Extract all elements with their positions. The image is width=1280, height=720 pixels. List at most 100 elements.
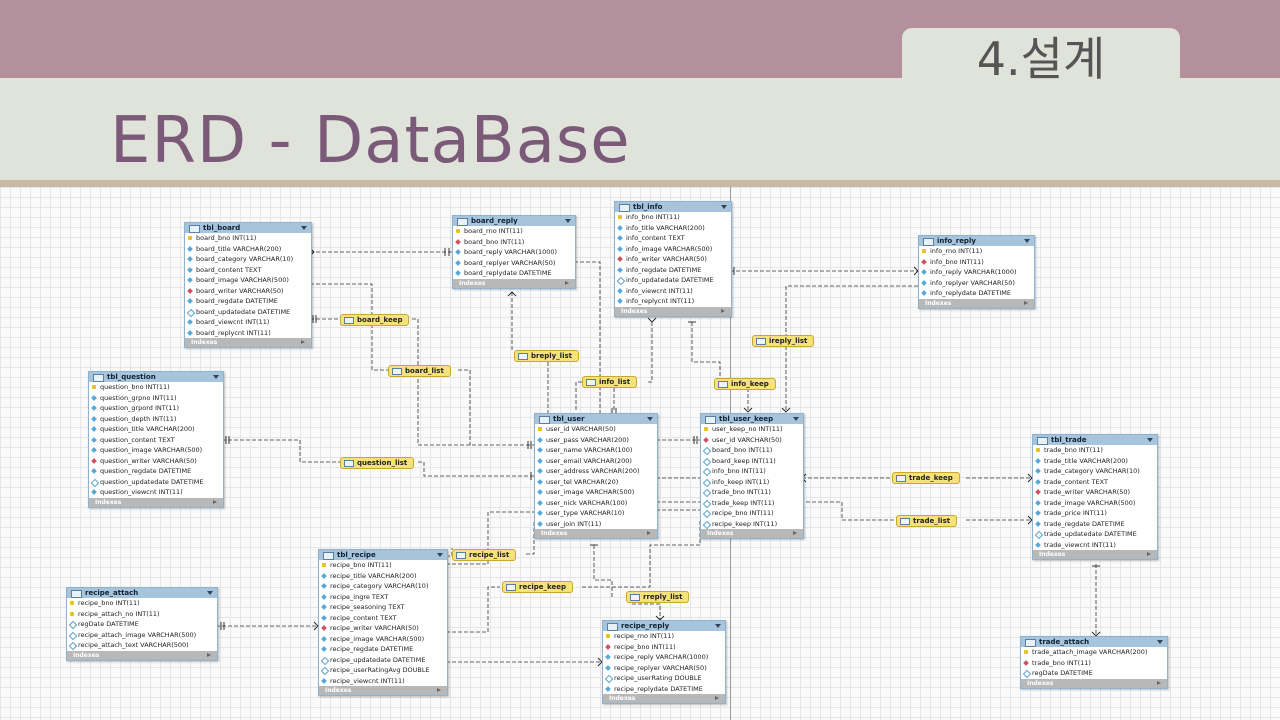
column-row[interactable]: trade_category VARCHAR(10) — [1033, 466, 1157, 477]
table-header[interactable]: recipe_attach — [67, 588, 217, 598]
column-row[interactable]: recipe_attach_no INT(11) — [67, 609, 217, 620]
column-row[interactable]: recipe_replydate DATETIME — [603, 684, 725, 695]
column-row[interactable]: recipe_content TEXT — [319, 613, 447, 624]
table-tbl_trade[interactable]: tbl_trade trade_bno INT(11) trade_title VA… — [1032, 434, 1158, 560]
column-row[interactable]: trade_bno INT(11) — [1021, 658, 1167, 669]
column-row[interactable]: question_title VARCHAR(200) — [89, 424, 223, 435]
expand-arrow-icon[interactable] — [721, 308, 725, 313]
table-tbl_board[interactable]: tbl_board board_bno INT(11) board_title VA… — [184, 222, 312, 348]
indexes-footer[interactable]: Indexes — [1033, 550, 1157, 559]
column-row[interactable]: board_writer VARCHAR(50) — [185, 286, 311, 297]
column-row[interactable]: question_regdate DATETIME — [89, 466, 223, 477]
column-row[interactable]: question_depth INT(11) — [89, 414, 223, 425]
relationship-label-board-keep[interactable]: board_keep — [340, 314, 410, 326]
column-row[interactable]: board_bno INT(11) — [453, 237, 575, 248]
column-row[interactable]: recipe_bno INT(11) — [67, 598, 217, 609]
column-row[interactable]: info_reply VARCHAR(1000) — [919, 267, 1034, 278]
column-row[interactable]: recipe_bno INT(11) — [603, 642, 725, 653]
column-row[interactable]: trade_updatedate DATETIME — [1033, 529, 1157, 540]
chevron-down-icon[interactable] — [301, 226, 307, 230]
chevron-down-icon[interactable] — [565, 219, 571, 223]
table-header[interactable]: tbl_trade — [1033, 435, 1157, 445]
column-row[interactable]: question_bno INT(11) — [89, 382, 223, 393]
column-row[interactable]: recipe_title VARCHAR(200) — [319, 571, 447, 582]
column-row[interactable]: board_image VARCHAR(500) — [185, 275, 311, 286]
chevron-down-icon[interactable] — [207, 591, 213, 595]
table-tbl_user_keep[interactable]: tbl_user_keep user_keep_no INT(11) user_id… — [700, 413, 804, 539]
chevron-down-icon[interactable] — [793, 417, 799, 421]
column-row[interactable]: user_image VARCHAR(500) — [535, 487, 657, 498]
column-row[interactable]: recipe_seasoning TEXT — [319, 602, 447, 613]
indexes-footer[interactable]: Indexes — [919, 298, 1034, 308]
column-row[interactable]: board_category VARCHAR(10) — [185, 254, 311, 265]
table-tbl_info[interactable]: tbl_info info_bno INT(11) info_title VARCH… — [614, 201, 732, 317]
column-row[interactable]: recipe_rno INT(11) — [603, 631, 725, 642]
indexes-footer[interactable]: Indexes — [67, 650, 217, 660]
relationship-label-breply-list[interactable]: breply_list — [514, 350, 579, 362]
table-header[interactable]: tbl_question — [89, 372, 223, 382]
column-row[interactable]: board_bno INT(11) — [185, 233, 311, 244]
table-trade_attach[interactable]: trade_attach trade_attach_image VARCHAR(2… — [1020, 636, 1168, 689]
column-row[interactable]: recipe_viewcnt INT(11) — [319, 676, 447, 687]
chevron-down-icon[interactable] — [1024, 239, 1030, 243]
chevron-down-icon[interactable] — [437, 553, 443, 557]
column-row[interactable]: board_viewcnt INT(11) — [185, 317, 311, 328]
chevron-down-icon[interactable] — [715, 624, 721, 628]
column-row[interactable]: trade_attach_image VARCHAR(200) — [1021, 647, 1167, 658]
column-row[interactable]: board_reply VARCHAR(1000) — [453, 247, 575, 258]
column-row[interactable]: info_bno INT(11) — [701, 466, 803, 477]
column-row[interactable]: regDate DATETIME — [1021, 668, 1167, 679]
column-row[interactable]: trade_title VARCHAR(200) — [1033, 456, 1157, 467]
column-row[interactable]: recipe_replyer VARCHAR(50) — [603, 663, 725, 674]
column-row[interactable]: recipe_image VARCHAR(500) — [319, 634, 447, 645]
relationship-label-recipe-keep[interactable]: recipe_keep — [502, 581, 573, 593]
column-row[interactable]: question_grpno INT(11) — [89, 393, 223, 404]
column-row[interactable]: user_name VARCHAR(100) — [535, 445, 657, 456]
column-row[interactable]: info_viewcnt INT(11) — [615, 286, 731, 297]
column-row[interactable]: board_updatedate DATETIME — [185, 307, 311, 318]
column-row[interactable]: info_bno INT(11) — [919, 257, 1034, 268]
column-row[interactable]: board_title VARCHAR(200) — [185, 244, 311, 255]
table-header[interactable]: recipe_reply — [603, 621, 725, 631]
relationship-label-recipe-list[interactable]: recipe_list — [452, 549, 517, 561]
column-row[interactable]: user_id VARCHAR(50) — [701, 435, 803, 446]
relationship-label-question-list[interactable]: question_list — [340, 457, 415, 469]
column-row[interactable]: board_regdate DATETIME — [185, 296, 311, 307]
expand-arrow-icon[interactable] — [715, 696, 719, 700]
column-row[interactable]: board_bno INT(11) — [701, 445, 803, 456]
column-row[interactable]: board_replycnt INT(11) — [185, 328, 311, 339]
column-row[interactable]: trade_bno INT(11) — [1033, 445, 1157, 456]
indexes-footer[interactable]: Indexes — [615, 306, 731, 316]
indexes-footer[interactable]: Indexes — [453, 278, 575, 288]
column-row[interactable]: question_updatedate DATETIME — [89, 477, 223, 488]
expand-arrow-icon[interactable] — [793, 531, 797, 535]
column-row[interactable]: recipe_writer VARCHAR(50) — [319, 623, 447, 634]
relationship-label-trade-keep[interactable]: trade_keep — [892, 472, 960, 484]
column-row[interactable]: recipe_bno INT(11) — [319, 560, 447, 571]
column-row[interactable]: info_bno INT(11) — [615, 212, 731, 223]
column-row[interactable]: trade_content TEXT — [1033, 477, 1157, 488]
chevron-down-icon[interactable] — [647, 417, 653, 421]
indexes-footer[interactable]: Indexes — [89, 497, 223, 507]
expand-arrow-icon[interactable] — [1024, 300, 1028, 305]
column-row[interactable]: board_keep INT(11) — [701, 456, 803, 467]
column-row[interactable]: user_id VARCHAR(50) — [535, 424, 657, 435]
relationship-label-trade-list[interactable]: trade_list — [896, 515, 958, 527]
column-row[interactable]: question_viewcnt INT(11) — [89, 487, 223, 498]
column-row[interactable]: trade_viewcnt INT(11) — [1033, 540, 1157, 551]
indexes-footer[interactable]: Indexes — [1021, 678, 1167, 688]
relationship-label-info-list[interactable]: info_list — [582, 376, 638, 388]
table-header[interactable]: tbl_recipe — [319, 550, 447, 560]
column-row[interactable]: regDate DATETIME — [67, 619, 217, 630]
table-header[interactable]: trade_attach — [1021, 637, 1167, 647]
expand-arrow-icon[interactable] — [1157, 680, 1161, 685]
column-row[interactable]: user_pass VARCHAR(200) — [535, 435, 657, 446]
indexes-footer[interactable]: Indexes — [701, 529, 803, 538]
column-row[interactable]: recipe_reply VARCHAR(1000) — [603, 652, 725, 663]
relationship-label-ireply-list[interactable]: ireply_list — [752, 335, 815, 347]
table-info_reply[interactable]: info_reply info_rno INT(11) info_bno INT(1… — [918, 235, 1035, 309]
table-header[interactable]: tbl_user — [535, 414, 657, 424]
expand-arrow-icon[interactable] — [647, 531, 651, 535]
column-row[interactable]: question_writer VARCHAR(50) — [89, 456, 223, 467]
chevron-down-icon[interactable] — [1157, 640, 1163, 644]
